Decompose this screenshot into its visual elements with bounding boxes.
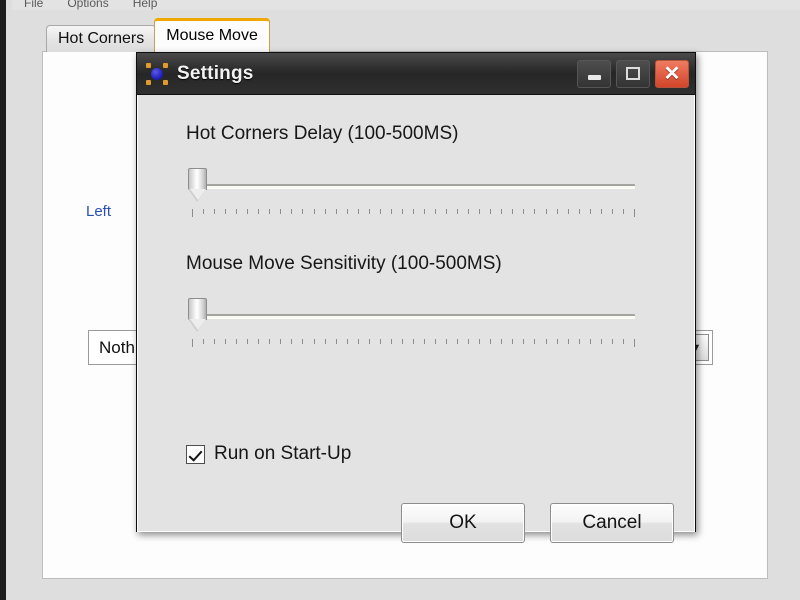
hot-corners-delay-slider[interactable]	[180, 165, 635, 223]
hot-corners-delay-label: Hot Corners Delay (100-500MS)	[186, 123, 459, 144]
slider-track[interactable]	[192, 314, 635, 319]
dialog-body: Hot Corners Delay (100-500MS) Mouse Move…	[137, 95, 695, 543]
maximize-icon[interactable]	[616, 59, 650, 88]
tab-strip: Hot Corners Mouse Move	[46, 18, 270, 52]
slider-track[interactable]	[192, 184, 635, 189]
menu-item-options[interactable]: Options	[55, 0, 120, 10]
hot-corners-app-icon	[146, 62, 168, 85]
cancel-button[interactable]: Cancel	[550, 503, 674, 543]
tab-mouse-move[interactable]: Mouse Move	[154, 18, 270, 52]
mouse-move-sensitivity-slider[interactable]	[180, 295, 635, 353]
settings-dialog: Settings ✕ Hot Corners Delay (100-500MS)…	[136, 52, 696, 543]
menu-bar: File Options Help	[12, 0, 800, 10]
close-icon[interactable]: ✕	[655, 59, 689, 88]
slider-thumb[interactable]	[188, 168, 207, 202]
group-box-left-legend: Left	[80, 203, 118, 220]
menu-item-help[interactable]: Help	[121, 0, 170, 10]
tab-hot-corners[interactable]: Hot Corners	[46, 25, 157, 52]
minimize-icon[interactable]	[577, 59, 611, 88]
slider-ticks	[192, 339, 635, 347]
run-on-startup-label: Run on Start-Up	[214, 443, 352, 464]
slider-thumb[interactable]	[188, 298, 207, 332]
menu-item-file[interactable]: File	[12, 0, 55, 10]
dialog-titlebar[interactable]: Settings ✕	[137, 53, 695, 95]
dialog-title: Settings	[177, 62, 254, 84]
mouse-move-sensitivity-label: Mouse Move Sensitivity (100-500MS)	[186, 253, 502, 274]
slider-ticks	[192, 209, 635, 217]
run-on-startup-checkbox[interactable]	[186, 444, 205, 464]
ok-button[interactable]: OK	[401, 503, 525, 543]
run-on-startup-row[interactable]: Run on Start-Up	[186, 443, 351, 465]
